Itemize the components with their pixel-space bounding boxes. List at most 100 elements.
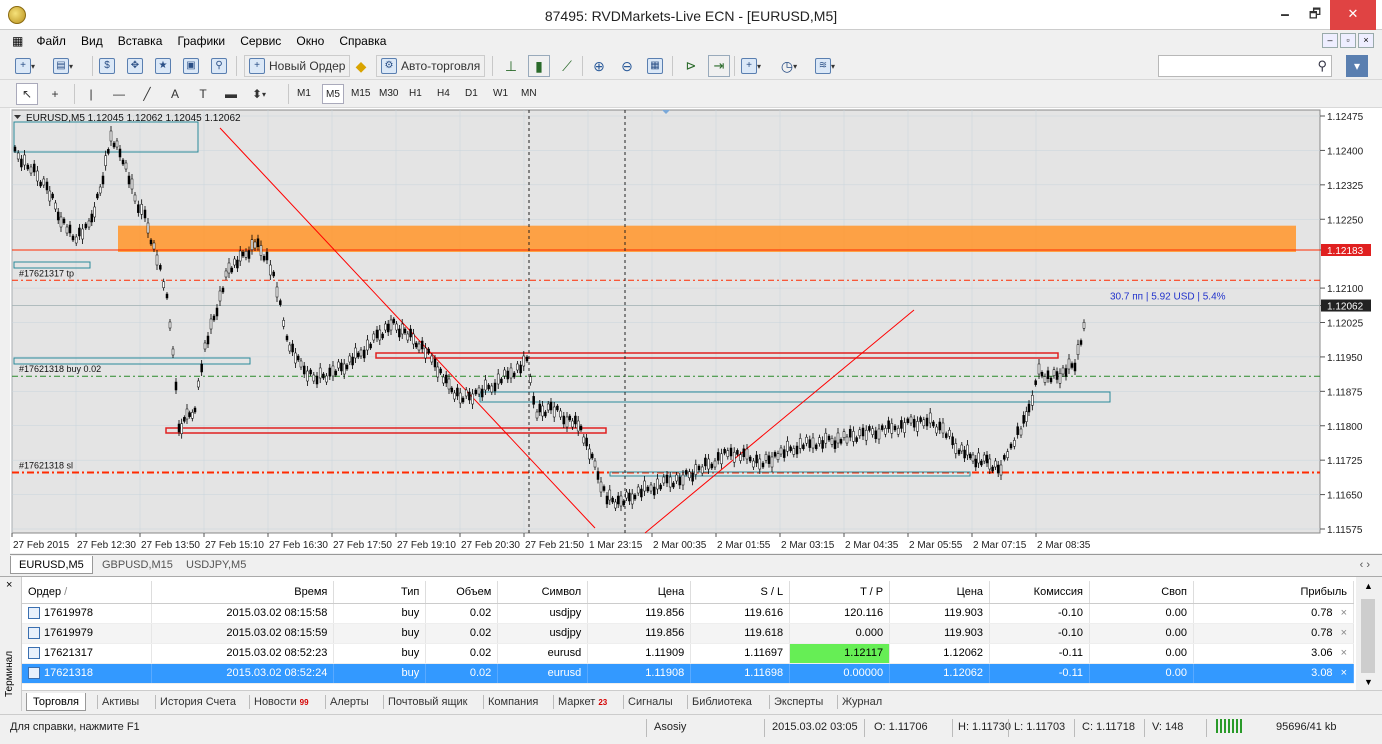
col-type[interactable]: Тип [333, 581, 427, 604]
mdi-chart-icon[interactable]: ▦ [0, 30, 27, 52]
scroll-thumb[interactable] [1361, 599, 1375, 673]
new-chart-button[interactable]: + ▾ [14, 55, 36, 77]
periods-button[interactable]: ◷ ▾ [778, 55, 800, 77]
autoscroll-button[interactable]: ⊳ [680, 55, 702, 77]
menu-file[interactable]: Файл [30, 30, 72, 52]
arrows-button[interactable]: ⬍ ▾ [248, 83, 270, 105]
price-chart[interactable]: 1.12475 1.12400 1.12325 1.12250 1.12183 1.121… [10, 108, 1382, 553]
col-swap[interactable]: Своп [1089, 581, 1194, 604]
timeframe-mn[interactable]: MN [518, 84, 540, 104]
mdi-restore-icon[interactable]: ▫ [1340, 33, 1356, 48]
vertical-line-button[interactable]: | [80, 83, 102, 105]
order-row[interactable]: 17621318 2015.03.02 08:52:24 buy 0.02 eurusd… [22, 663, 1355, 684]
maximize-button[interactable]: 🗗 [1300, 0, 1330, 30]
timeframe-h1[interactable]: H1 [406, 84, 425, 104]
bar-chart-button[interactable]: ⊥ [500, 55, 522, 77]
new-order-button[interactable]: + Новый Ордер [244, 55, 351, 77]
chart-canvas[interactable]: 1.12475 1.12400 1.12325 1.12250 1.12183 1.121… [10, 108, 1382, 553]
col-profit[interactable]: Прибыль [1193, 581, 1355, 604]
menu-insert[interactable]: Вставка [112, 30, 169, 52]
terminal-tab-8[interactable]: Сигналы [628, 693, 673, 711]
strategy-tester-button[interactable]: ⚲ [208, 55, 230, 77]
data-window-button[interactable]: ★ [152, 55, 174, 77]
terminal-button[interactable]: ▣ [180, 55, 202, 77]
timeframe-d1[interactable]: D1 [462, 84, 481, 104]
navigator-button[interactable]: ✥ [124, 55, 146, 77]
chart-shift-button[interactable]: ⇥ [708, 55, 730, 77]
text-button[interactable]: A [164, 83, 186, 105]
close-order-icon[interactable]: × [1341, 647, 1347, 659]
close-order-icon[interactable]: × [1341, 627, 1347, 639]
horizontal-line-button[interactable]: — [108, 83, 130, 105]
menu-tools[interactable]: Сервис [234, 30, 287, 52]
order-row[interactable]: 17619978 2015.03.02 08:15:58 buy 0.02 usdjpy… [22, 603, 1355, 624]
market-watch-button[interactable]: $ [96, 55, 118, 77]
candlestick-button[interactable]: ▮ [528, 55, 550, 77]
terminal-tab-9[interactable]: Библиотека [692, 693, 752, 711]
col-price[interactable]: Цена [587, 581, 692, 604]
chart-tab-usdjpy[interactable]: USDJPY,M5 [178, 556, 254, 574]
scroll-up-icon[interactable]: ▲ [1364, 581, 1373, 591]
zoom-out-button[interactable]: ⊖ [616, 55, 638, 77]
connection-icon[interactable] [1216, 719, 1242, 733]
terminal-tab-1[interactable]: Активы [102, 693, 139, 711]
tab-scroll-arrows[interactable]: ‹ › [1360, 556, 1370, 574]
menu-window[interactable]: Окно [290, 30, 330, 52]
close-order-icon[interactable]: × [1341, 607, 1347, 619]
zoom-in-button[interactable]: ⊕ [588, 55, 610, 77]
search-icon[interactable]: ⚲ [1317, 58, 1327, 74]
order-row[interactable]: 17621317 2015.03.02 08:52:23 buy 0.02 eurusd… [22, 643, 1355, 664]
metaeditor-button[interactable]: ◆ [350, 55, 372, 77]
menu-view[interactable]: Вид [75, 30, 109, 52]
terminal-tab-4[interactable]: Алерты [330, 693, 369, 711]
terminal-tab-2[interactable]: История Счета [160, 693, 236, 711]
menu-help[interactable]: Справка [333, 30, 392, 52]
community-button[interactable]: ▾ [1346, 55, 1368, 77]
timeframe-m5[interactable]: M5 [322, 84, 344, 104]
profiles-button[interactable]: ▤ ▾ [52, 55, 74, 77]
text-label-button[interactable]: T [192, 83, 214, 105]
mdi-close-icon[interactable]: × [1358, 33, 1374, 48]
terminal-tab-11[interactable]: Журнал [842, 693, 882, 711]
terminal-tab-6[interactable]: Компания [488, 693, 538, 711]
auto-trading-button[interactable]: ⚙ Авто-торговля [376, 55, 486, 77]
close-order-icon[interactable]: × [1341, 667, 1347, 679]
col-volume[interactable]: Объем [425, 581, 499, 604]
chart-tab-gbpusd[interactable]: GBPUSD,M15 [94, 556, 181, 574]
terminal-tab-10[interactable]: Эксперты [774, 693, 823, 711]
indicators-button[interactable]: + ▾ [740, 55, 762, 77]
cursor-button[interactable]: ↖ [16, 83, 38, 105]
col-order[interactable]: Ордер / [22, 581, 153, 604]
crosshair-button[interactable]: + [44, 83, 66, 105]
rectangle-button[interactable]: ▬ [220, 83, 242, 105]
search-input[interactable]: ⚲ [1158, 55, 1332, 77]
col-commission[interactable]: Комиссия [989, 581, 1091, 604]
close-button[interactable]: ✕ [1330, 0, 1376, 30]
timeframe-m30[interactable]: M30 [376, 84, 401, 104]
terminal-tab-0[interactable]: Торговля [26, 693, 86, 711]
col-current-price[interactable]: Цена [889, 581, 991, 604]
timeframe-h4[interactable]: H4 [434, 84, 453, 104]
scroll-down-icon[interactable]: ▼ [1364, 677, 1373, 687]
timeframe-m15[interactable]: M15 [348, 84, 373, 104]
status-profile[interactable]: Asosiy [654, 721, 686, 733]
terminal-tab-7[interactable]: Маркет 23 [558, 693, 607, 711]
terminal-tab-5[interactable]: Почтовый ящик [388, 693, 467, 711]
timeframe-w1[interactable]: W1 [490, 84, 511, 104]
col-symbol[interactable]: Символ [497, 581, 589, 604]
trendline-button[interactable]: ╱ [136, 83, 158, 105]
line-chart-button[interactable]: ⟋ [556, 55, 578, 77]
order-row[interactable]: 17619979 2015.03.02 08:15:59 buy 0.02 usdjpy… [22, 623, 1355, 644]
col-sl[interactable]: S / L [690, 581, 791, 604]
templates-button[interactable]: ≋ ▾ [814, 55, 836, 77]
chart-tab-eurusd[interactable]: EURUSD,M5 [10, 556, 93, 574]
menu-charts[interactable]: Графики [171, 30, 231, 52]
terminal-tab-3[interactable]: Новости 99 [254, 693, 309, 711]
col-tp[interactable]: T / P [789, 581, 891, 604]
mdi-minimize-icon[interactable]: – [1322, 33, 1338, 48]
tile-windows-button[interactable]: ▦ [644, 55, 666, 77]
minimize-button[interactable]: 🗕 [1270, 0, 1300, 30]
terminal-close-icon[interactable]: × [6, 579, 12, 591]
timeframe-m1[interactable]: M1 [294, 84, 314, 104]
col-time[interactable]: Время [151, 581, 335, 604]
